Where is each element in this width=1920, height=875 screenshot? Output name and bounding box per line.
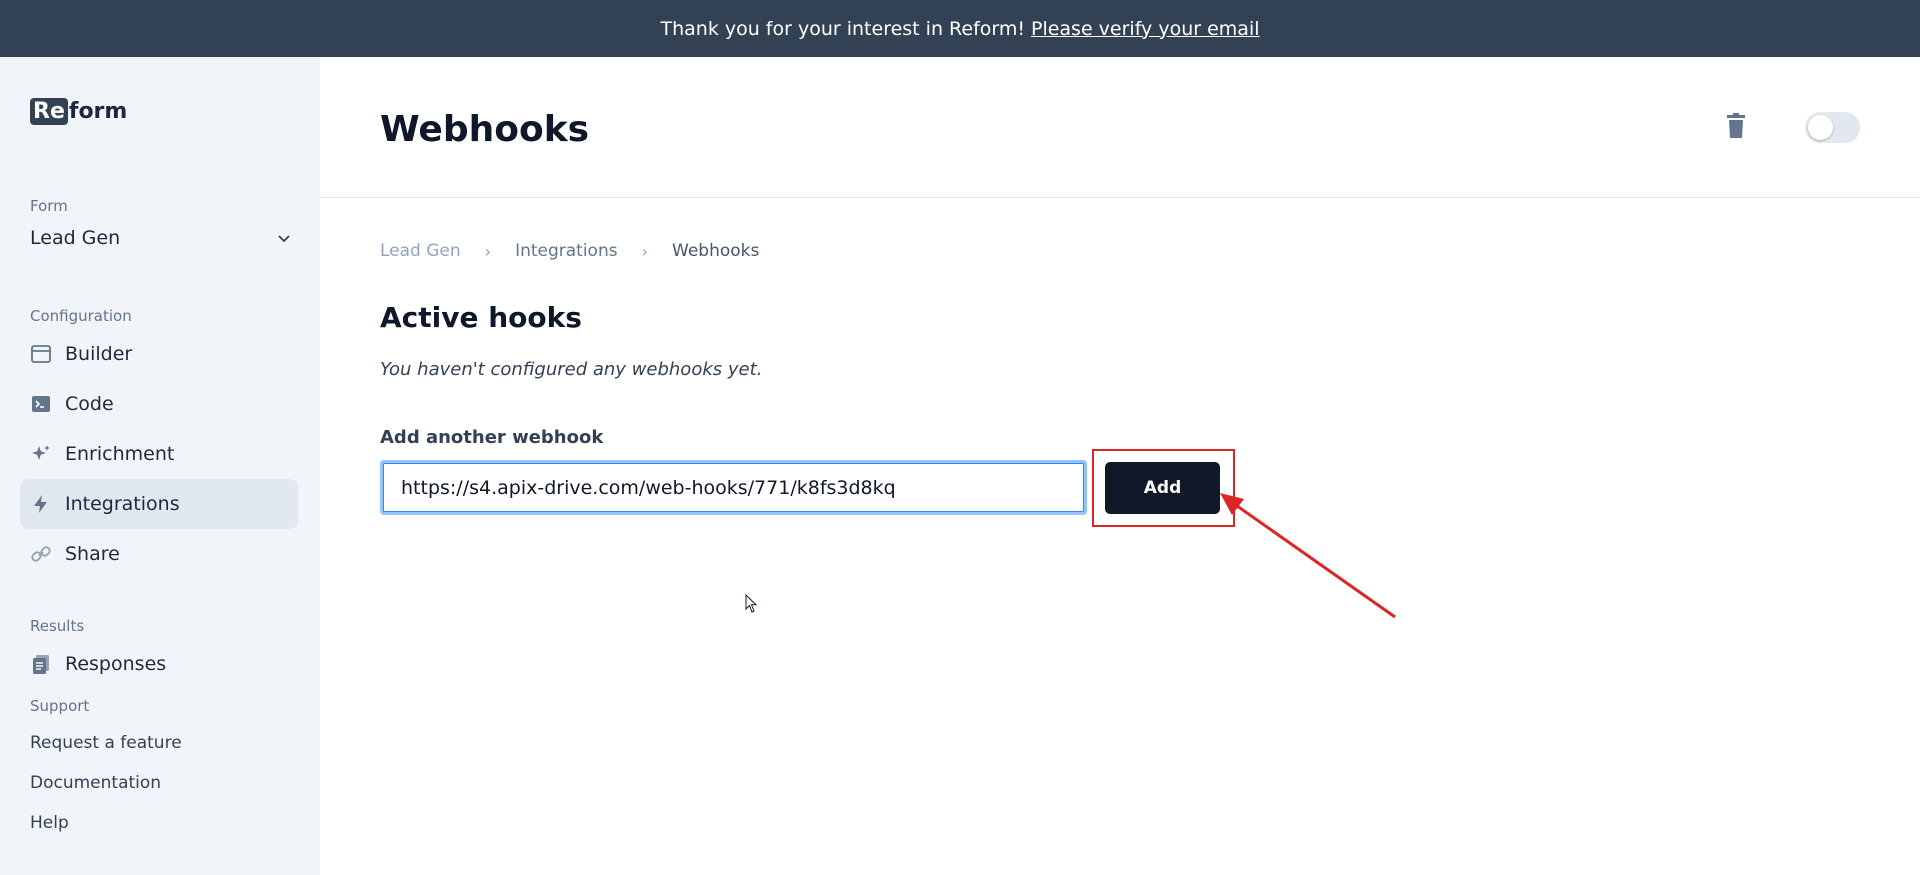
sidebar-item-builder[interactable]: Builder bbox=[20, 329, 298, 379]
page-title: Webhooks bbox=[380, 109, 590, 150]
toggle-knob bbox=[1808, 115, 1833, 140]
sidebar-item-responses[interactable]: Responses bbox=[20, 639, 298, 689]
sidebar-item-label: Share bbox=[65, 543, 120, 565]
lightning-bolt-icon bbox=[30, 493, 52, 515]
form-active-toggle[interactable] bbox=[1805, 112, 1860, 143]
sidebar: Re form Form Lead Gen Configuration Buil… bbox=[0, 57, 320, 875]
configuration-section-label: Configuration bbox=[30, 307, 132, 325]
header-divider bbox=[320, 197, 1920, 198]
main-content: Webhooks Lead Gen › Integrations › Webho… bbox=[320, 57, 1920, 875]
logo-mark: Re bbox=[30, 98, 68, 125]
sidebar-item-label: Enrichment bbox=[65, 443, 175, 465]
support-section-label: Support bbox=[30, 697, 90, 715]
reform-logo[interactable]: Re form bbox=[30, 98, 127, 125]
sidebar-item-integrations[interactable]: Integrations bbox=[20, 479, 298, 529]
banner-text: Thank you for your interest in Reform! bbox=[660, 17, 1025, 40]
mouse-cursor-icon bbox=[745, 594, 758, 613]
documents-icon bbox=[30, 653, 52, 675]
active-hooks-heading: Active hooks bbox=[380, 301, 582, 334]
form-selector-value: Lead Gen bbox=[30, 227, 121, 249]
terminal-icon bbox=[30, 393, 52, 415]
form-selector[interactable]: Lead Gen bbox=[30, 227, 292, 249]
verify-email-banner: Thank you for your interest in Reform! P… bbox=[0, 0, 1920, 57]
browser-window-icon bbox=[30, 343, 52, 365]
sidebar-item-share[interactable]: Share bbox=[20, 529, 298, 579]
sidebar-item-label: Code bbox=[65, 393, 114, 415]
sidebar-item-code[interactable]: Code bbox=[20, 379, 298, 429]
breadcrumb-lead-gen[interactable]: Lead Gen bbox=[380, 241, 461, 261]
verify-email-link[interactable]: Please verify your email bbox=[1031, 18, 1260, 40]
chevron-down-icon bbox=[278, 235, 290, 243]
sparkles-icon bbox=[30, 443, 52, 465]
annotation-arrow-icon bbox=[1220, 493, 1396, 619]
breadcrumb-chevron-icon: › bbox=[484, 241, 492, 261]
sidebar-item-label: Responses bbox=[65, 653, 167, 675]
sidebar-item-enrichment[interactable]: Enrichment bbox=[20, 429, 298, 479]
empty-hooks-message: You haven't configured any webhooks yet. bbox=[380, 359, 763, 380]
breadcrumb-webhooks: Webhooks bbox=[672, 241, 760, 261]
breadcrumb: Lead Gen › Integrations › Webhooks bbox=[380, 241, 759, 261]
webhook-field-label: Add another webhook bbox=[380, 427, 604, 448]
link-icon bbox=[30, 543, 52, 565]
help-link[interactable]: Help bbox=[30, 813, 69, 833]
form-section-label: Form bbox=[30, 197, 68, 215]
results-section-label: Results bbox=[30, 617, 85, 635]
request-feature-link[interactable]: Request a feature bbox=[30, 733, 182, 753]
documentation-link[interactable]: Documentation bbox=[30, 773, 161, 793]
breadcrumb-integrations[interactable]: Integrations bbox=[515, 241, 618, 261]
breadcrumb-chevron-icon: › bbox=[641, 241, 648, 261]
sidebar-item-label: Integrations bbox=[65, 493, 180, 515]
logo-text: form bbox=[68, 99, 128, 124]
webhook-url-input[interactable] bbox=[380, 460, 1087, 515]
trash-icon[interactable] bbox=[1724, 112, 1748, 140]
sidebar-item-label: Builder bbox=[65, 343, 133, 365]
